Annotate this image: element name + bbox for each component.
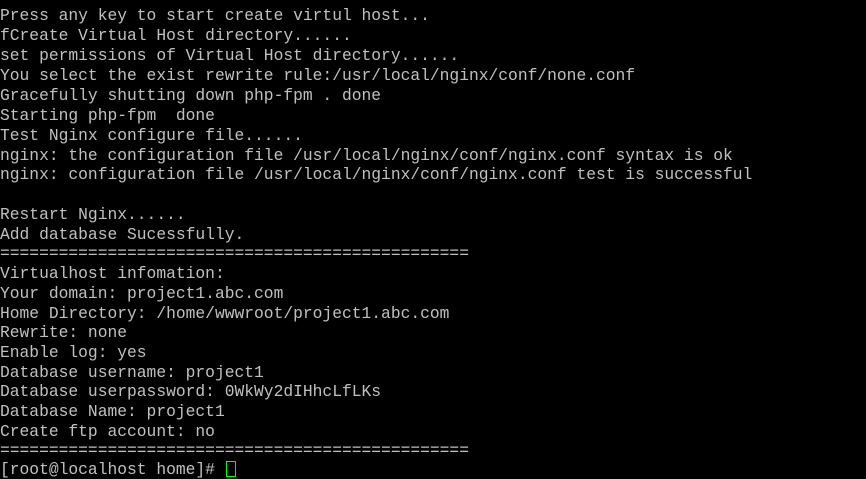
command-prompt[interactable]: [root@localhost home]#	[0, 460, 236, 479]
output-line: Add database Sucessfully.	[0, 225, 245, 244]
output-line: Your domain: project1.abc.com	[0, 284, 284, 303]
output-line: Database userpassword: 0WkWy2dIHhcLfLKs	[0, 382, 382, 401]
output-line: fCreate Virtual Host directory......	[0, 26, 352, 45]
separator-line: ========================================…	[0, 441, 469, 460]
output-line: You select the exist rewrite rule:/usr/l…	[0, 66, 636, 85]
output-line: Database Name: project1	[0, 402, 225, 421]
output-line: set permissions of Virtual Host director…	[0, 46, 460, 65]
output-line: Virtualhost infomation:	[0, 264, 225, 283]
output-line: Rewrite: none	[0, 323, 128, 342]
output-line: Home Directory: /home/wwwroot/project1.a…	[0, 304, 450, 323]
output-line: Create ftp account: no	[0, 422, 215, 441]
terminal-window[interactable]: Press any key to start create virtul hos…	[0, 0, 866, 479]
output-line: Press any key to start create virtul hos…	[0, 6, 430, 25]
output-line: Test Nginx configure file......	[0, 126, 303, 145]
separator-line: ========================================…	[0, 244, 469, 263]
output-line: Enable log: yes	[0, 343, 147, 362]
output-line: Gracefully shutting down php-fpm . done	[0, 86, 382, 105]
output-line: Starting php-fpm done	[0, 106, 215, 125]
output-line: Restart Nginx......	[0, 205, 186, 224]
output-line: nginx: the configuration file /usr/local…	[0, 146, 733, 165]
output-line: Database username: project1	[0, 363, 264, 382]
prompt-text: [root@localhost home]#	[0, 460, 225, 479]
output-line: nginx: configuration file /usr/local/ngi…	[0, 165, 753, 184]
text-cursor	[225, 461, 236, 477]
